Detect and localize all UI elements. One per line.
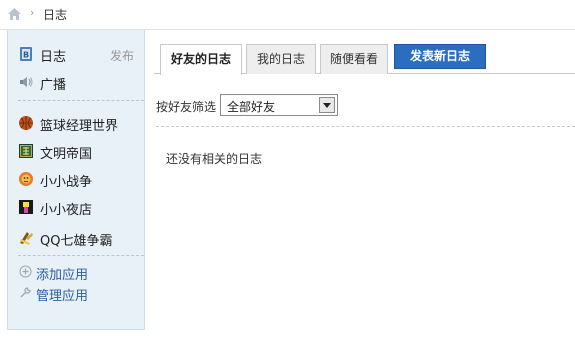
sidebar-divider	[18, 255, 144, 256]
sidebar-app-war[interactable]: 小小战争	[8, 168, 144, 190]
broadcast-icon	[20, 77, 33, 87]
sidebar-app-label: 篮球经理世界	[40, 119, 119, 134]
content-divider	[156, 126, 575, 127]
sidebar-app-civilization[interactable]: 文明帝国	[8, 140, 144, 162]
add-app-label: 添加应用	[36, 268, 89, 283]
empty-message: 还没有相关的日志	[166, 152, 263, 166]
sidebar-item-label: 广播	[40, 78, 67, 93]
sidebar-app-nightclub[interactable]: 小小夜店	[8, 196, 144, 218]
sidebar-app-label: 小小夜店	[40, 203, 93, 218]
sidebar-item-broadcast[interactable]: 广播	[8, 71, 144, 93]
main-content: 好友的日志 我的日志 随便看看 发表新日志 按好友筛选 全部好友 还没有相关的日…	[146, 30, 575, 337]
sidebar-app-label: 文明帝国	[40, 147, 93, 162]
sidebar-app-basketball[interactable]: 篮球经理世界	[8, 112, 144, 134]
breadcrumb-current: 日志	[43, 8, 68, 22]
sidebar-app-label: 小小战争	[40, 175, 93, 190]
add-app-link[interactable]: 添加应用	[8, 262, 144, 283]
basketball-icon	[19, 116, 33, 130]
plus-icon	[19, 265, 32, 278]
qq-seven-heroes-icon	[20, 232, 33, 245]
filter-label: 按好友筛选	[156, 100, 217, 114]
sidebar-app-label: QQ七雄争霸	[40, 234, 113, 249]
breadcrumb-separator: ›	[30, 6, 35, 19]
wrench-icon	[20, 287, 31, 298]
tab-friends-blogs[interactable]: 好友的日志	[160, 44, 242, 75]
tab-my-blogs[interactable]: 我的日志	[246, 44, 316, 74]
war-icon	[19, 172, 33, 186]
manage-app-label: 管理应用	[36, 289, 89, 304]
svg-text:B: B	[23, 51, 29, 60]
home-icon[interactable]	[7, 7, 22, 21]
publish-link[interactable]: 发布	[110, 47, 134, 64]
tab-random-browse[interactable]: 随便看看	[320, 44, 388, 74]
breadcrumb-bar: › 日志	[0, 0, 575, 30]
sidebar: B 日志 发布 广播 篮球经理世界 文明帝国 小小战争 小小夜店 QQ七雄争霸 …	[7, 30, 145, 330]
chevron-down-icon[interactable]	[319, 97, 335, 113]
sidebar-item-label: 日志	[40, 50, 67, 65]
blog-icon: B	[20, 47, 32, 61]
manage-app-link[interactable]: 管理应用	[8, 283, 144, 304]
nightclub-icon	[19, 200, 33, 214]
sidebar-divider	[18, 100, 144, 101]
sidebar-item-blog[interactable]: B 日志 发布	[8, 43, 144, 65]
filter-selected-value: 全部好友	[227, 100, 276, 114]
friend-filter-select[interactable]: 全部好友	[220, 94, 338, 116]
civilization-icon	[19, 144, 33, 158]
publish-new-blog-button[interactable]: 发表新日志	[394, 44, 486, 69]
sidebar-app-qq-seven-heroes[interactable]: QQ七雄争霸	[8, 227, 144, 249]
